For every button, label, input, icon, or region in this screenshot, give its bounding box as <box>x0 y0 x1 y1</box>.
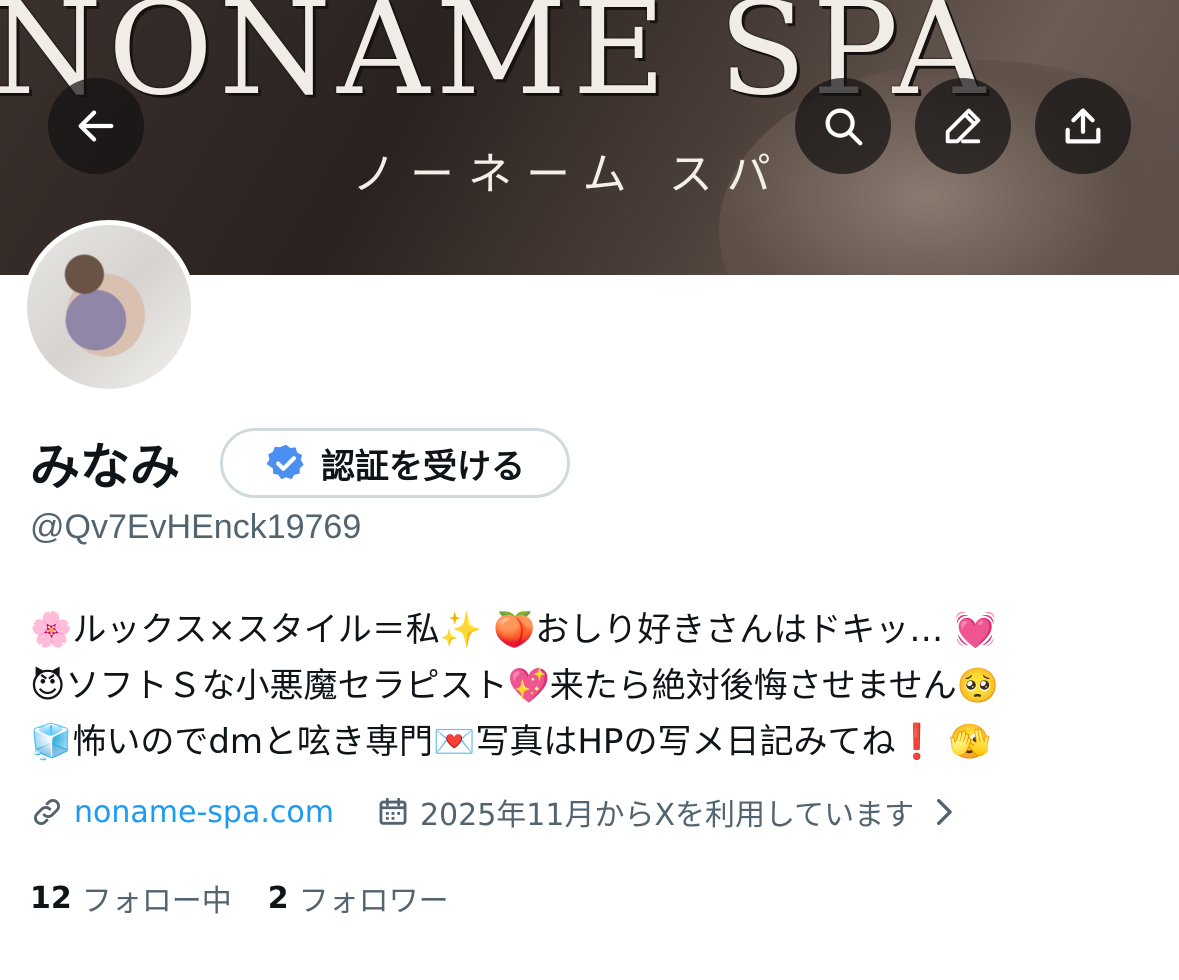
followers-count[interactable]: 2 <box>268 881 289 916</box>
link-icon <box>34 799 60 825</box>
name-row: みなみ 認証を受ける <box>30 428 570 498</box>
search-icon <box>825 108 863 146</box>
share-icon <box>1065 108 1101 144</box>
bio-line: 🌸ルックス×スタイル＝私✨ 🍑おしり好きさんはドキッ… 💓 <box>30 610 997 650</box>
banner-title: NONAME SPA <box>0 0 992 124</box>
back-arrow-icon <box>78 110 114 142</box>
get-verified-button[interactable]: 認証を受ける <box>220 428 570 498</box>
get-verified-label: 認証を受ける <box>321 446 525 487</box>
following-count[interactable]: 12 <box>30 881 72 916</box>
chevron-right-icon[interactable] <box>926 795 960 829</box>
search-button[interactable] <box>795 78 891 174</box>
share-button[interactable] <box>1035 78 1131 174</box>
user-handle: @Qv7EvHEnck19769 <box>30 508 362 546</box>
profile-meta: noname-spa.com 2025年11月からXを利用しています <box>30 790 960 834</box>
edit-button[interactable] <box>915 78 1011 174</box>
bio-line: 🧊怖いのでdmと呟き専門💌写真はHPの写メ日記みてね❗️ 🫣 <box>30 722 991 762</box>
pencil-icon <box>945 108 981 144</box>
profile-bio: 🌸ルックス×スタイル＝私✨ 🍑おしり好きさんはドキッ… 💓 😈ソフトＳな小悪魔セ… <box>30 602 1140 770</box>
followers-label[interactable]: フォロワー <box>299 876 449 920</box>
display-name: みなみ <box>30 439 180 495</box>
calendar-icon <box>379 797 407 825</box>
join-date[interactable]: 2025年11月からXを利用しています <box>420 790 914 834</box>
following-label[interactable]: フォロー中 <box>82 876 232 920</box>
website-link[interactable]: noname-spa.com <box>74 795 334 830</box>
avatar <box>27 225 191 389</box>
follow-stats: 12 フォロー中 2 フォロワー <box>30 876 449 920</box>
back-button[interactable] <box>48 78 144 174</box>
banner-subtitle: ノーネーム スパ <box>352 149 785 200</box>
avatar-frame[interactable] <box>22 220 196 394</box>
verified-badge-icon <box>266 444 304 480</box>
bio-line: 😈ソフトＳな小悪魔セラピスト💖来たら絶対後悔させません🥺 <box>30 666 1000 706</box>
